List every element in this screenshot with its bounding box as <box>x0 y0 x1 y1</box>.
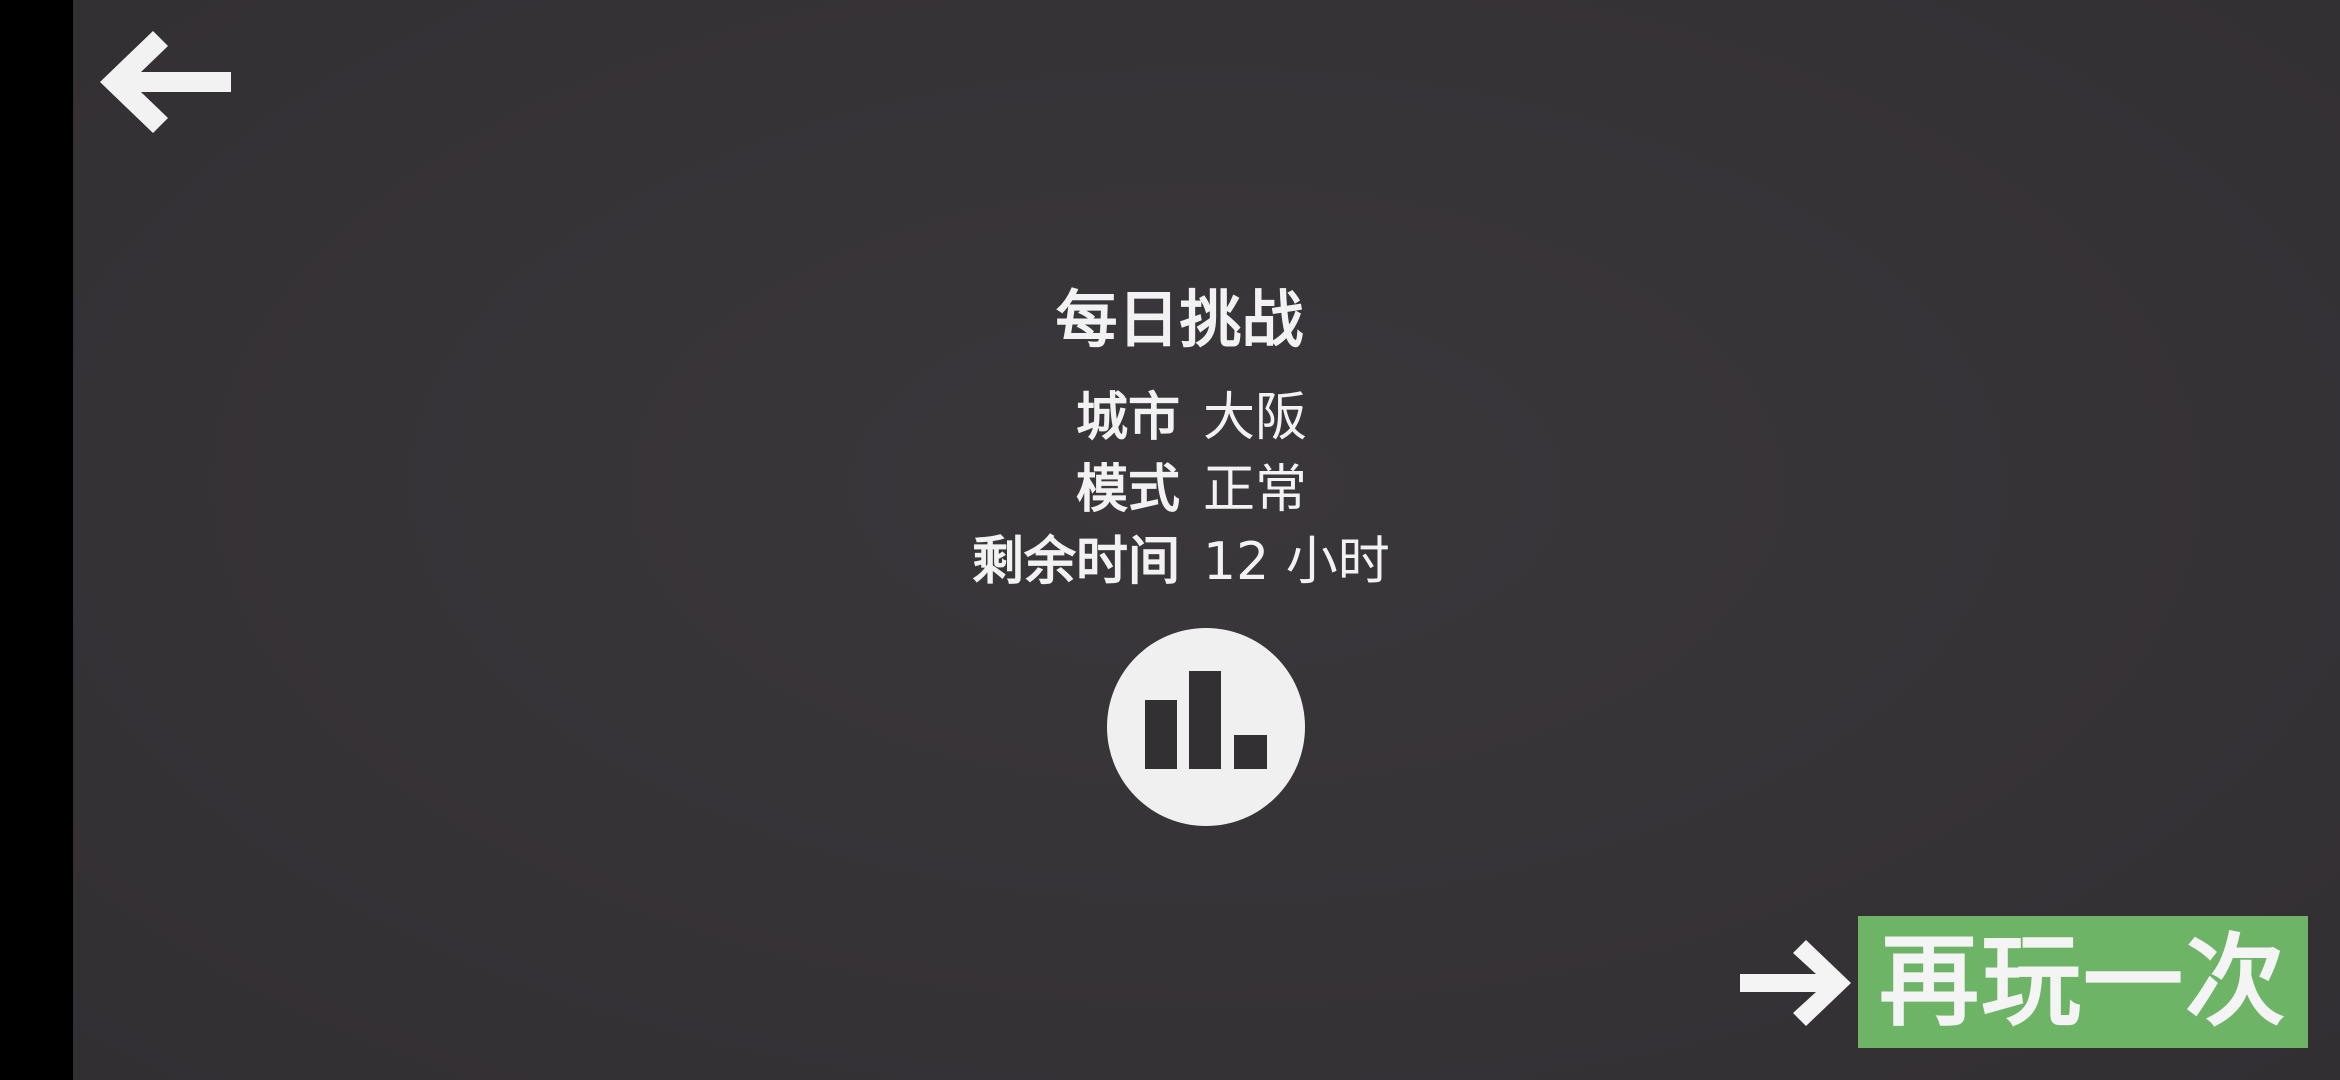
bar-chart-bar <box>1189 671 1221 769</box>
mode-label: 模式 <box>1075 460 1180 520</box>
right-arrow-icon <box>1740 940 1851 1026</box>
city-label: 城市 <box>1075 388 1180 448</box>
page-title: 每日挑战 <box>1055 283 1304 356</box>
bar-chart-bar <box>1234 735 1267 769</box>
time-left-value: 12 小时 <box>1203 532 1390 592</box>
time-left-row: 剩余时间 12 小时 <box>73 526 2340 598</box>
left-arrow-icon <box>100 31 231 133</box>
challenge-info: 每日挑战 城市 大阪 模式 正常 剩余时间 12 小时 <box>73 280 2340 610</box>
daily-challenge-panel: 每日挑战 城市 大阪 模式 正常 剩余时间 12 小时 再玩一次 <box>73 0 2340 1080</box>
left-black-bar <box>0 0 73 1080</box>
game-screen: 每日挑战 城市 大阪 模式 正常 剩余时间 12 小时 再玩一次 <box>0 0 2340 1080</box>
city-row: 城市 大阪 <box>73 382 2340 454</box>
bar-chart-bar <box>1145 700 1177 769</box>
stats-button[interactable] <box>1107 628 1305 826</box>
mode-row: 模式 正常 <box>73 454 2340 526</box>
play-again-label[interactable]: 再玩一次 <box>1858 916 2308 1048</box>
city-value: 大阪 <box>1203 388 1308 448</box>
time-left-label: 剩余时间 <box>971 532 1180 592</box>
mode-value: 正常 <box>1203 460 1308 520</box>
back-button[interactable] <box>98 25 233 140</box>
play-again-button[interactable]: 再玩一次 <box>1738 916 2313 1048</box>
